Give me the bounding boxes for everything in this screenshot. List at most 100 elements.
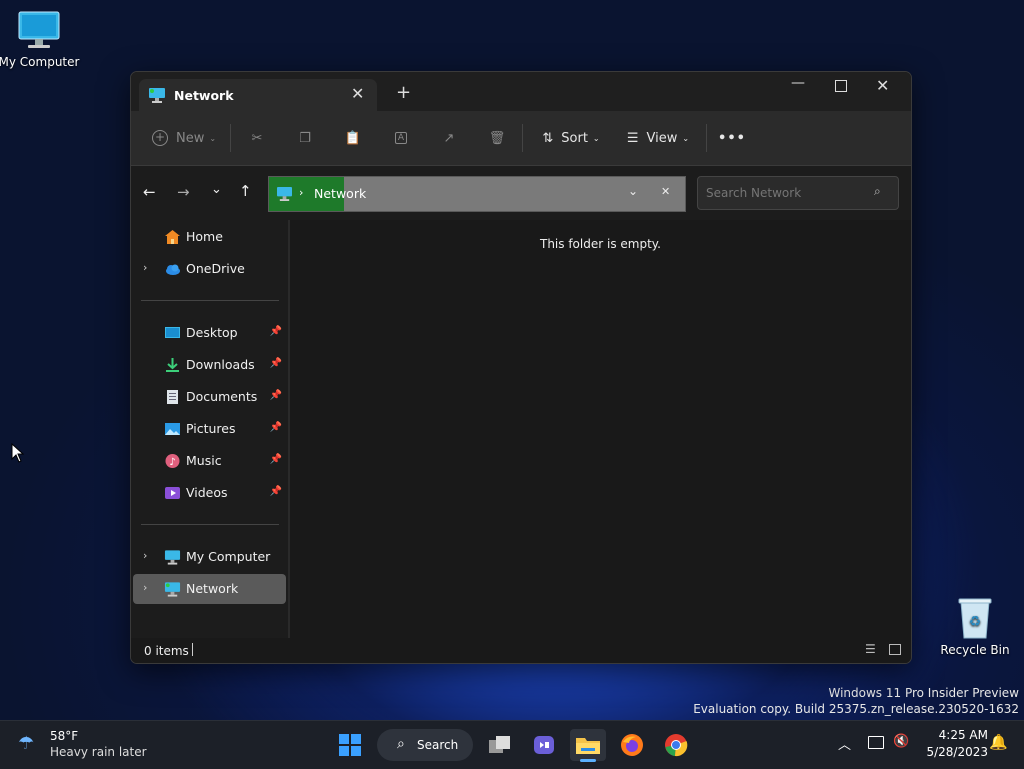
network-icon — [149, 88, 165, 103]
search-box[interactable]: ⌕ — [697, 176, 899, 210]
nav-item-home[interactable]: Home — [133, 222, 286, 252]
computer-icon — [18, 11, 60, 48]
status-bar: 0 items ☰ — [131, 638, 911, 663]
active-indicator — [580, 759, 596, 762]
nav-item-desktop[interactable]: Desktop 📌 — [133, 318, 286, 348]
rename-button[interactable]: A — [387, 123, 415, 153]
desktop-icon-label: My Computer — [0, 55, 80, 69]
teams-chat-button[interactable] — [526, 729, 562, 761]
address-clear-icon[interactable]: ✕ — [661, 185, 670, 198]
chat-icon — [534, 736, 554, 754]
address-bar[interactable]: › Network ⌄ ✕ — [268, 176, 686, 212]
chrome-button[interactable] — [658, 729, 694, 761]
rain-umbrella-icon: ☂ — [18, 733, 35, 754]
close-window-icon[interactable]: ✕ — [876, 76, 889, 95]
nav-item-videos[interactable]: Videos 📌 — [133, 478, 286, 508]
nav-item-music[interactable]: ♪ Music 📌 — [133, 446, 286, 476]
chevron-right-icon[interactable]: › — [143, 581, 147, 594]
chevron-right-icon[interactable]: › — [143, 549, 147, 562]
nav-item-my-computer[interactable]: › My Computer — [133, 542, 286, 572]
new-label: New — [175, 130, 205, 146]
divider — [141, 300, 279, 301]
forward-icon[interactable]: → — [177, 183, 190, 201]
network-status-icon[interactable] — [868, 736, 884, 749]
sort-button[interactable]: ⇅ Sort ⌄ — [536, 123, 606, 153]
pin-icon[interactable]: 📌 — [270, 422, 282, 433]
breadcrumb-network[interactable]: Network — [314, 186, 366, 201]
file-explorer-window: Network ✕ + — ✕ + New ⌄ ✂ ❐ 📋 A ↗ 🗑 ⇅ So… — [130, 71, 912, 664]
plus-circle-icon: + — [151, 130, 168, 146]
tab-close-icon[interactable]: ✕ — [351, 84, 364, 103]
home-icon — [165, 230, 180, 244]
file-list-area[interactable]: This folder is empty. — [290, 220, 911, 638]
svg-text:♪: ♪ — [169, 457, 175, 468]
document-icon — [167, 390, 178, 404]
pin-icon[interactable]: 📌 — [270, 486, 282, 497]
nav-label: Network — [186, 581, 239, 596]
view-button[interactable]: ☰ View ⌄ — [623, 123, 693, 153]
maximize-icon[interactable] — [835, 80, 847, 92]
pin-icon[interactable]: 📌 — [270, 358, 282, 369]
empty-folder-message: This folder is empty. — [540, 237, 661, 251]
desktop-folder-icon — [165, 327, 180, 338]
delete-button[interactable]: 🗑 — [483, 123, 511, 153]
paste-button[interactable]: 📋 — [339, 123, 367, 153]
folder-icon — [576, 738, 600, 754]
chevron-right-icon[interactable]: › — [143, 261, 147, 274]
search-label: Search — [417, 738, 459, 752]
address-dropdown-icon[interactable]: ⌄ — [628, 184, 638, 198]
nav-item-downloads[interactable]: Downloads 📌 — [133, 350, 286, 380]
view-label: View — [646, 130, 678, 146]
download-icon — [166, 358, 179, 372]
tiles-view-icon[interactable] — [889, 644, 901, 655]
show-hidden-icons-icon[interactable]: ︿ — [838, 734, 851, 753]
firefox-icon — [621, 734, 643, 756]
copy-button[interactable]: ❐ — [291, 123, 319, 153]
pin-icon[interactable]: 📌 — [270, 390, 282, 401]
details-view-icon[interactable]: ☰ — [865, 642, 876, 656]
more-options-button[interactable]: ••• — [717, 123, 747, 153]
nav-item-network[interactable]: › Network — [133, 574, 286, 604]
weather-widget[interactable]: ☂ 58°F Heavy rain later — [14, 727, 154, 763]
desktop-icon-recycle-bin[interactable]: ♻ Recycle Bin — [930, 596, 1020, 657]
nav-label: Music — [186, 453, 222, 468]
nav-item-documents[interactable]: Documents 📌 — [133, 382, 286, 412]
notification-bell-icon[interactable]: 🔔 — [989, 733, 1008, 751]
new-tab-icon[interactable]: + — [396, 82, 411, 103]
nav-item-onedrive[interactable]: › OneDrive — [133, 254, 286, 284]
file-explorer-taskbar-button[interactable] — [570, 729, 606, 762]
clipboard-icon: 📋 — [344, 130, 362, 146]
taskbar: ☂ 58°F Heavy rain later ⌕ Search ︿ 🔇 4:2… — [0, 720, 1024, 769]
videos-icon — [165, 487, 180, 499]
task-view-button[interactable] — [482, 729, 518, 761]
network-icon — [164, 582, 181, 597]
up-icon[interactable]: ↑ — [239, 182, 252, 200]
cut-button[interactable]: ✂ — [243, 123, 271, 153]
tab-network[interactable]: Network ✕ — [139, 79, 377, 111]
pin-icon[interactable]: 📌 — [270, 454, 282, 465]
clock[interactable]: 4:25 AM 5/28/2023 — [918, 727, 988, 761]
volume-muted-icon[interactable]: 🔇 — [893, 734, 909, 749]
firefox-button[interactable] — [614, 729, 650, 761]
search-input[interactable] — [704, 183, 868, 203]
desktop-icon-my-computer[interactable]: My Computer — [0, 10, 84, 69]
pin-icon[interactable]: 📌 — [270, 326, 282, 337]
clock-date: 5/28/2023 — [926, 745, 988, 759]
search-icon[interactable]: ⌕ — [874, 184, 881, 199]
minimize-icon[interactable]: — — [783, 75, 813, 99]
taskbar-search[interactable]: ⌕ Search — [377, 729, 473, 761]
sort-label: Sort — [561, 130, 588, 146]
recent-locations-icon[interactable]: ⌄ — [211, 182, 222, 197]
back-icon[interactable]: ← — [143, 183, 156, 201]
sort-icon: ⇅ — [542, 130, 554, 146]
pictures-icon — [165, 423, 180, 435]
start-button[interactable] — [332, 729, 368, 761]
share-button[interactable]: ↗ — [435, 123, 463, 153]
clock-time: 4:25 AM — [938, 728, 988, 742]
computer-icon — [164, 550, 181, 565]
new-button[interactable]: + New ⌄ — [149, 123, 219, 153]
items-count: 0 items — [144, 644, 189, 658]
recycle-bin-icon: ♻ — [958, 598, 992, 639]
nav-label: OneDrive — [186, 261, 245, 276]
nav-item-pictures[interactable]: Pictures 📌 — [133, 414, 286, 444]
